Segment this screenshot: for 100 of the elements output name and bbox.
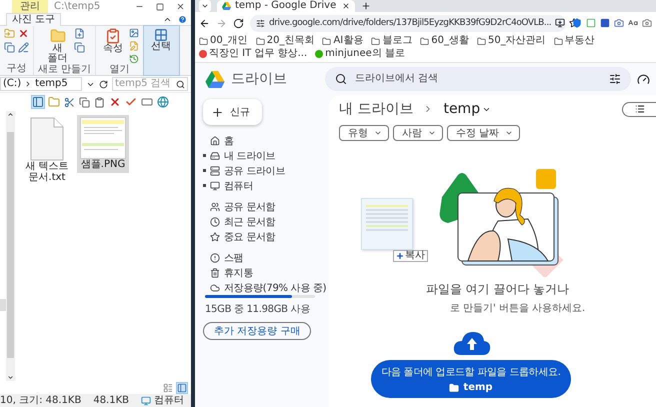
breadcrumb[interactable]: temp bbox=[443, 101, 492, 117]
drive-icon bbox=[210, 150, 220, 160]
bookmark[interactable]: 00_개인 bbox=[199, 35, 248, 47]
status-text: 10, 크기: 48.1KB bbox=[0, 394, 82, 406]
banner-text: 다음 폴더에 업로드할 파일을 드롭하세요. bbox=[381, 366, 561, 379]
list-view-button[interactable] bbox=[622, 102, 656, 116]
search-field[interactable]: 드라이브에서 검색 bbox=[325, 67, 631, 91]
history-icon bbox=[129, 54, 140, 64]
chevron-icon bbox=[201, 2, 209, 10]
image-icon bbox=[129, 28, 140, 38]
scrollbar[interactable] bbox=[6, 111, 15, 381]
file-name: 새 텍스트 문서.txt bbox=[24, 161, 70, 183]
grid-icon bbox=[154, 28, 168, 42]
maximize-icon bbox=[156, 2, 164, 10]
caret-icon bbox=[374, 129, 382, 137]
folder-icon bbox=[449, 382, 460, 392]
reload-icon bbox=[233, 18, 244, 28]
drop-title: 파일을 여기 끌어다 놓거나 bbox=[426, 281, 570, 298]
group-label: 새로 만들기 bbox=[38, 64, 92, 75]
back-icon bbox=[199, 18, 210, 28]
bookmark[interactable]: 부동산 bbox=[554, 35, 595, 47]
monitor-icon bbox=[141, 396, 152, 406]
copy-badge: 복사 bbox=[393, 250, 428, 262]
forward-icon bbox=[216, 18, 227, 28]
new-tab-icon bbox=[361, 1, 371, 11]
dragged-file-preview bbox=[361, 198, 413, 250]
nav-item[interactable]: 내 드라이브 bbox=[203, 148, 325, 163]
panel-icon bbox=[32, 96, 44, 108]
file-item[interactable]: 샘플.PNG bbox=[77, 115, 129, 173]
home-icon bbox=[210, 136, 220, 146]
upload-cloud-icon bbox=[453, 331, 491, 355]
extension-icon bbox=[628, 18, 638, 28]
tab-search-button[interactable] bbox=[199, 0, 211, 12]
rename-icon bbox=[141, 96, 153, 108]
site-info-icon bbox=[256, 18, 265, 28]
shield-icon bbox=[572, 18, 582, 28]
folder-icon bbox=[256, 36, 265, 46]
filter-chip[interactable]: 사람 bbox=[393, 125, 443, 141]
new-item-icon bbox=[74, 28, 85, 39]
browser-tab[interactable]: temp - Google Drive bbox=[217, 0, 355, 12]
install-icon bbox=[555, 18, 566, 28]
document-icon bbox=[30, 117, 64, 161]
context-tab[interactable]: 관리 bbox=[12, 0, 48, 13]
details-view-icon bbox=[163, 382, 173, 392]
drop-hint: 로 만들기' 버튼을 사용하세요. bbox=[448, 302, 586, 315]
address-bar[interactable]: (C:) temp5 bbox=[0, 77, 82, 91]
new-button[interactable]: 신규 bbox=[203, 99, 262, 125]
bookmark[interactable]: 60_생활 bbox=[420, 35, 469, 47]
nav-item[interactable]: 공유 드라이브 bbox=[203, 163, 325, 178]
camera-icon bbox=[614, 18, 624, 28]
buy-storage-button[interactable]: 추가 저장용량 구매 bbox=[203, 322, 312, 340]
delete-icon bbox=[18, 28, 29, 39]
refresh-icon bbox=[99, 80, 108, 88]
bookmark[interactable]: AI활용 bbox=[322, 35, 364, 47]
close-icon bbox=[342, 2, 350, 10]
nav-item[interactable]: 휴지통 bbox=[203, 265, 325, 280]
status-text: 컴퓨터 bbox=[141, 394, 184, 406]
folder-icon bbox=[199, 36, 208, 46]
bookmark[interactable]: 블로그 bbox=[371, 35, 412, 47]
bookmark[interactable]: 직장인 IT 업무 향상... bbox=[199, 48, 308, 60]
move-icon bbox=[4, 28, 15, 39]
breadcrumb[interactable]: 내 드라이브 bbox=[339, 100, 414, 118]
tiles-view-icon bbox=[177, 382, 187, 392]
nav-item[interactable]: 최근 문서함 bbox=[203, 214, 325, 229]
group-label: 열기 bbox=[110, 64, 130, 75]
star-icon bbox=[210, 232, 220, 242]
folder-icon bbox=[322, 36, 332, 46]
bookmark[interactable]: minjunee의 블로 bbox=[315, 48, 405, 60]
nav-item[interactable]: 저장용량(79% 사용 중) bbox=[203, 280, 325, 295]
nav-item[interactable]: 스팸 bbox=[203, 250, 325, 265]
nav-pane-item bbox=[0, 299, 6, 311]
search-icon bbox=[335, 73, 347, 85]
copy-icon bbox=[4, 42, 15, 53]
file-item[interactable]: 새 텍스트 문서.txt bbox=[21, 115, 73, 186]
status-text: 48.1KB bbox=[93, 394, 130, 406]
folder-label: temp bbox=[449, 382, 493, 393]
filter-icon bbox=[609, 73, 621, 85]
scroll-down-icon bbox=[7, 374, 14, 381]
new-folder-button[interactable]: 새 폴더 bbox=[44, 28, 71, 64]
alert-icon bbox=[210, 252, 220, 262]
filter-chip[interactable]: 수정 날짜 bbox=[447, 125, 520, 141]
bookmark[interactable]: 20_친목회 bbox=[256, 35, 314, 47]
file-name: 샘플.PNG bbox=[80, 159, 126, 170]
drive-logo-icon bbox=[222, 2, 231, 10]
storage-usage: 15GB 중 11.98GB 사용 bbox=[205, 303, 312, 316]
nav-item[interactable]: 중요 문서함 bbox=[203, 229, 325, 244]
edit-icon bbox=[129, 41, 140, 51]
caret-icon bbox=[428, 129, 436, 137]
clock-icon bbox=[210, 216, 220, 226]
shortcut-icon bbox=[74, 42, 85, 53]
cloud-icon bbox=[210, 282, 220, 292]
scissors-icon bbox=[64, 96, 75, 108]
ribbon-tab[interactable]: 사진 도구 bbox=[6, 12, 62, 26]
nav-item[interactable]: 홈 bbox=[203, 133, 325, 148]
bookmark[interactable]: 50_자산관리 bbox=[477, 35, 546, 47]
properties-button[interactable]: 속성 bbox=[100, 28, 126, 54]
nav-item[interactable]: 컴퓨터 bbox=[203, 178, 325, 193]
filter-chip[interactable]: 유형 bbox=[339, 125, 389, 141]
scroll-up-icon bbox=[7, 111, 14, 118]
nav-item[interactable]: 공유 문서함 bbox=[203, 199, 325, 214]
